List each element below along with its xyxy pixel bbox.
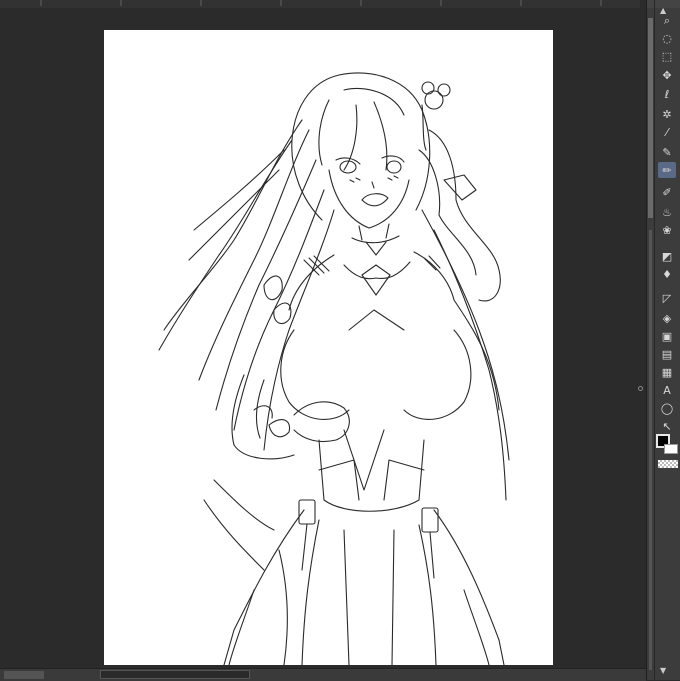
airbrush-icon[interactable]: ♨: [658, 204, 676, 220]
object-select-icon[interactable]: ⬚: [658, 48, 676, 64]
status-bar: [0, 668, 646, 681]
canvas-workarea[interactable]: [0, 8, 643, 668]
panel-divider: [654, 0, 655, 680]
panel-scroll-knob[interactable]: [648, 18, 653, 218]
correct-line-icon[interactable]: ↖: [658, 418, 676, 434]
pencil-icon[interactable]: ✏: [658, 162, 676, 178]
brush-icon[interactable]: ✐: [658, 184, 676, 200]
marquee-icon[interactable]: ◌: [658, 30, 676, 46]
blend-icon[interactable]: ♦: [658, 266, 676, 282]
line-art-drawing: [158, 72, 510, 665]
sub-color-swatch[interactable]: [664, 444, 678, 454]
eyedropper-icon[interactable]: ⁄: [658, 124, 676, 140]
text-icon[interactable]: A: [658, 382, 676, 398]
figure-icon[interactable]: ◸: [658, 290, 676, 306]
ruler-icon[interactable]: ▦: [658, 364, 676, 380]
move-icon[interactable]: ✥: [658, 67, 676, 83]
transparent-color-swatch[interactable]: [658, 460, 678, 468]
frame-icon[interactable]: ▤: [658, 346, 676, 362]
canvas-vertical-handle[interactable]: [637, 18, 645, 673]
top-ruler-strip: [0, 0, 640, 8]
scroll-down-icon[interactable]: ▼: [660, 666, 666, 675]
fill-icon[interactable]: ◈: [658, 310, 676, 326]
lasso-icon[interactable]: ℓ: [658, 86, 676, 102]
status-thumb[interactable]: [4, 671, 44, 679]
canvas-paper[interactable]: [104, 30, 553, 665]
balloon-icon[interactable]: ◯: [658, 400, 676, 416]
navigator-scrollbar[interactable]: [100, 670, 250, 679]
magic-wand-icon[interactable]: ✲: [658, 106, 676, 122]
gradient-icon[interactable]: ▣: [658, 328, 676, 344]
scroll-position-marker[interactable]: [638, 386, 643, 391]
panel-scroll-track[interactable]: [649, 230, 652, 670]
eraser-icon[interactable]: ◩: [658, 248, 676, 264]
zoom-icon[interactable]: ⌕: [658, 12, 676, 28]
pen-icon[interactable]: ✎: [658, 144, 676, 160]
decoration-icon[interactable]: ❀: [658, 222, 676, 238]
